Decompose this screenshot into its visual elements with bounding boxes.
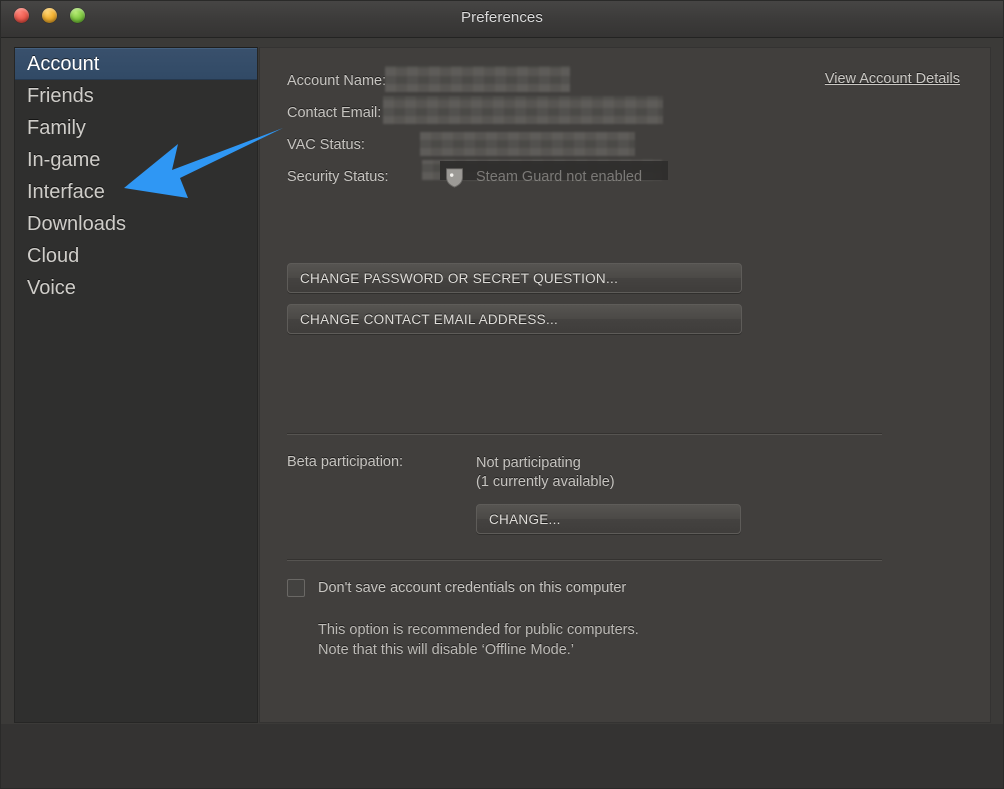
view-account-details-link[interactable]: View Account Details	[825, 71, 960, 87]
preferences-window: Preferences Account Friends Family In-ga…	[0, 0, 1004, 789]
sidebar-item-interface[interactable]: Interface	[15, 176, 257, 208]
sidebar-item-label: Voice	[27, 277, 76, 299]
account-name-label: Account Name:	[287, 73, 387, 89]
sidebar-item-label: Family	[27, 117, 86, 139]
account-name-value-redacted	[385, 66, 570, 92]
section-divider-beta	[287, 434, 882, 435]
dont-save-credentials-checkbox[interactable]	[287, 579, 305, 597]
background-watermark	[960, 686, 991, 723]
window-right-edge	[991, 38, 1004, 724]
change-password-button[interactable]: CHANGE PASSWORD OR SECRET QUESTION...	[287, 263, 742, 293]
sidebar-item-account[interactable]: Account	[15, 48, 257, 80]
sidebar-item-downloads[interactable]: Downloads	[15, 208, 257, 240]
settings-sidebar: Account Friends Family In-game Interface…	[14, 47, 258, 723]
window-left-edge	[0, 38, 14, 724]
window-footer	[0, 724, 1004, 789]
sidebar-item-label: In-game	[27, 149, 101, 171]
vac-status-value-redacted	[420, 132, 635, 156]
shield-icon	[446, 168, 463, 188]
sidebar-item-friends[interactable]: Friends	[15, 80, 257, 112]
sidebar-item-voice[interactable]: Voice	[15, 272, 257, 304]
vac-status-label: VAC Status:	[287, 137, 365, 153]
credentials-help-line-2: Note that this will disable ‘Offline Mod…	[318, 642, 575, 658]
beta-status-line-1: Not participating	[476, 455, 581, 471]
beta-participation-label: Beta participation:	[287, 454, 404, 470]
section-divider-credentials	[287, 560, 882, 561]
beta-participation-status: Not participating (1 currently available…	[476, 454, 615, 492]
sidebar-item-label: Cloud	[27, 245, 80, 267]
change-contact-email-button-label: CHANGE CONTACT EMAIL ADDRESS...	[300, 311, 559, 327]
sidebar-item-cloud[interactable]: Cloud	[15, 240, 257, 272]
dont-save-credentials-label: Don't save account credentials on this c…	[318, 580, 627, 596]
security-status-label: Security Status:	[287, 169, 389, 185]
steam-guard-status-text: Steam Guard not enabled	[476, 169, 643, 185]
contact-email-value-redacted	[383, 96, 663, 124]
sidebar-item-in-game[interactable]: In-game	[15, 144, 257, 176]
credentials-help-line-1: This option is recommended for public co…	[318, 622, 639, 638]
change-password-button-label: CHANGE PASSWORD OR SECRET QUESTION...	[300, 270, 619, 286]
change-contact-email-button[interactable]: CHANGE CONTACT EMAIL ADDRESS...	[287, 304, 742, 334]
sidebar-item-family[interactable]: Family	[15, 112, 257, 144]
sidebar-item-label: Downloads	[27, 213, 126, 235]
beta-status-line-2: (1 currently available)	[476, 474, 615, 490]
window-title: Preferences	[461, 9, 543, 26]
sidebar-item-label: Interface	[27, 181, 105, 203]
contact-email-label: Contact Email:	[287, 105, 382, 121]
dont-save-credentials-help: This option is recommended for public co…	[318, 620, 639, 660]
account-settings-panel: Account Name: Contact Email: VAC Status:…	[259, 47, 991, 723]
sidebar-item-label: Account	[27, 53, 100, 75]
beta-change-button[interactable]: CHANGE...	[476, 504, 741, 534]
sidebar-item-label: Friends	[27, 85, 94, 107]
beta-change-button-label: CHANGE...	[489, 511, 561, 527]
title-bar: Preferences	[0, 0, 1004, 38]
